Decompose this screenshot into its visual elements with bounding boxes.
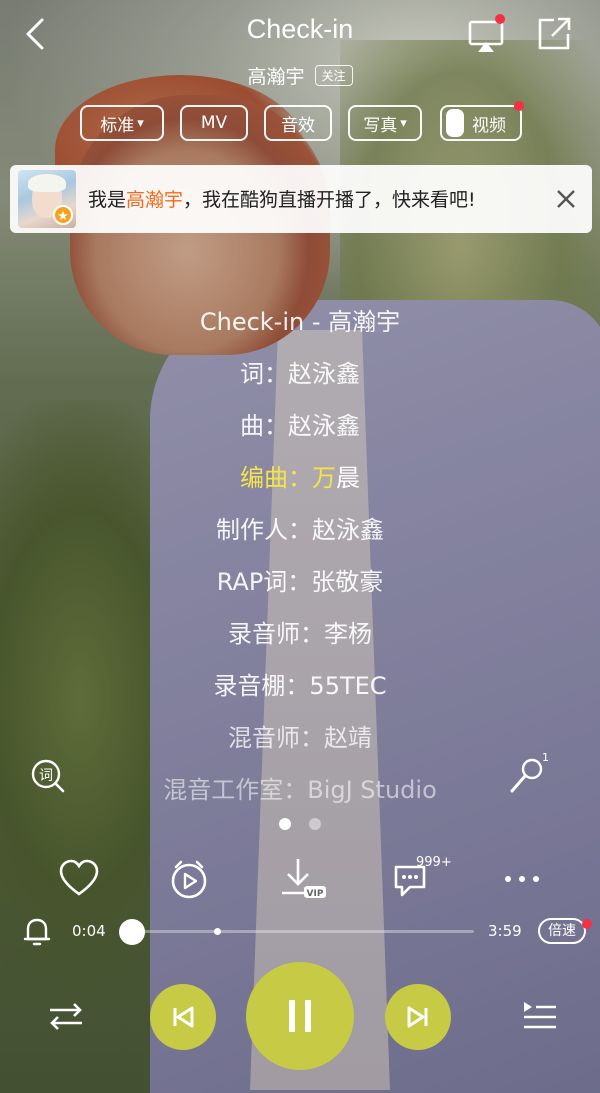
microphone-icon: 1 xyxy=(510,751,549,793)
chip-sound-effect[interactable]: 音效 xyxy=(264,105,332,141)
artist-row: 高瀚宇 关注 xyxy=(0,62,600,89)
more-icon xyxy=(505,876,539,882)
bell-icon xyxy=(23,918,51,946)
lyric-line: 录音师：李杨 xyxy=(228,620,372,648)
vip-badge: VIP xyxy=(307,889,324,899)
live-banner[interactable]: ★ 我是高瀚宇，我在酷狗直播开播了，快来看吧! xyxy=(10,165,592,233)
banner-suffix: ，我在酷狗直播开播了，快来看吧! xyxy=(183,189,476,211)
chip-photos[interactable]: 写真 ▾ xyxy=(348,105,422,141)
follow-button[interactable]: 关注 xyxy=(314,65,353,86)
progress-track[interactable] xyxy=(118,919,474,945)
lyric-line: 录音棚：55TEC xyxy=(213,672,387,700)
total-time: 3:59 xyxy=(488,922,522,940)
song-title: Check-in xyxy=(246,14,354,44)
playlist-button[interactable] xyxy=(520,996,560,1036)
comment-count: 999+ xyxy=(416,855,452,870)
lyric-line: Check-in - 高瀚宇 xyxy=(199,308,401,336)
toggle-knob xyxy=(446,109,464,137)
previous-icon xyxy=(173,1006,194,1028)
chip-quality-label: 标准 xyxy=(100,115,135,136)
lyrics-panel[interactable]: Check-in - 高瀚宇 词：赵泳鑫 曲：赵泳鑫 编曲：万晨 制作人：赵泳鑫… xyxy=(0,298,600,818)
lyric-button-label: 词 xyxy=(39,768,53,784)
karaoke-mic-button[interactable]: 1 xyxy=(504,751,550,799)
mic-count-badge: 1 xyxy=(542,753,549,764)
video-toggle-label: 视频 xyxy=(472,115,506,136)
banner-highlight-name: 高瀚宇 xyxy=(126,189,184,211)
chevron-down-icon: ▾ xyxy=(400,115,407,131)
notification-dot xyxy=(514,101,524,111)
page-indicator xyxy=(0,818,600,830)
lyric-line-active: 编曲：万晨 xyxy=(0,454,600,506)
shuffle-icon xyxy=(50,1003,82,1030)
chevron-down-icon: ▾ xyxy=(137,115,144,131)
chip-sound-effect-label: 音效 xyxy=(281,115,315,136)
lyric-search-icon: 词 xyxy=(31,759,65,793)
lyric-line: 制作人：赵泳鑫 xyxy=(216,516,384,544)
shuffle-button[interactable] xyxy=(46,996,86,1036)
like-button[interactable] xyxy=(55,855,103,903)
pause-icon xyxy=(289,1000,311,1032)
cast-button[interactable] xyxy=(466,14,506,56)
close-banner-button[interactable] xyxy=(550,183,582,215)
lyric-line: 曲：赵泳鑫 xyxy=(240,412,360,440)
lyric-line: RAP词：张敬豪 xyxy=(216,568,384,596)
chip-quality[interactable]: 标准 ▾ xyxy=(80,105,164,141)
share-button[interactable] xyxy=(534,14,574,54)
share-out-icon xyxy=(538,17,571,50)
video-toggle[interactable]: 视频 xyxy=(440,101,524,141)
lyric-sung-part: 编曲：万 xyxy=(240,464,336,492)
avatar: ★ xyxy=(18,170,76,228)
progress-row: 0:04 3:59 倍速 xyxy=(0,910,600,954)
chip-mv-label: MV xyxy=(200,113,228,133)
previous-button[interactable] xyxy=(150,984,216,1050)
banner-prefix: 我是 xyxy=(88,189,127,211)
lyric-line: 词：赵泳鑫 xyxy=(240,360,360,388)
radio-button[interactable] xyxy=(165,855,213,903)
progress-knob[interactable] xyxy=(118,919,145,945)
heart-icon xyxy=(59,859,99,896)
action-row: VIP 999+ xyxy=(0,855,600,903)
next-icon xyxy=(407,1006,428,1028)
top-bar: Check-in 高瀚宇 关注 xyxy=(0,0,600,100)
current-time: 0:04 xyxy=(72,922,106,940)
player-controls xyxy=(0,960,600,1070)
page-dot-active xyxy=(279,818,291,830)
timer-button[interactable] xyxy=(20,914,54,948)
download-vip-icon: VIP xyxy=(282,859,326,899)
radio-clock-icon xyxy=(171,860,207,899)
playback-speed-button[interactable]: 倍速 xyxy=(538,918,586,944)
page-dot xyxy=(309,818,321,830)
lyric-unsung-part: 晨 xyxy=(336,464,360,492)
chip-mv[interactable]: MV xyxy=(180,105,248,141)
chip-photos-label: 写真 xyxy=(363,115,398,136)
pause-button[interactable] xyxy=(246,962,354,1070)
notification-dot xyxy=(582,919,592,929)
live-banner-text: 我是高瀚宇，我在酷狗直播开播了，快来看吧! xyxy=(88,185,476,212)
star-badge-icon: ★ xyxy=(53,205,73,225)
close-icon xyxy=(557,190,575,208)
avatar-hair xyxy=(28,174,66,192)
download-button[interactable]: VIP xyxy=(278,855,330,903)
playlist-icon xyxy=(524,1002,556,1029)
next-button[interactable] xyxy=(385,984,451,1050)
lyric-search-button[interactable]: 词 xyxy=(30,758,66,794)
notification-dot xyxy=(495,14,505,24)
buffer-marker xyxy=(213,928,221,935)
more-button[interactable] xyxy=(498,855,546,903)
artist-name[interactable]: 高瀚宇 xyxy=(247,62,304,89)
